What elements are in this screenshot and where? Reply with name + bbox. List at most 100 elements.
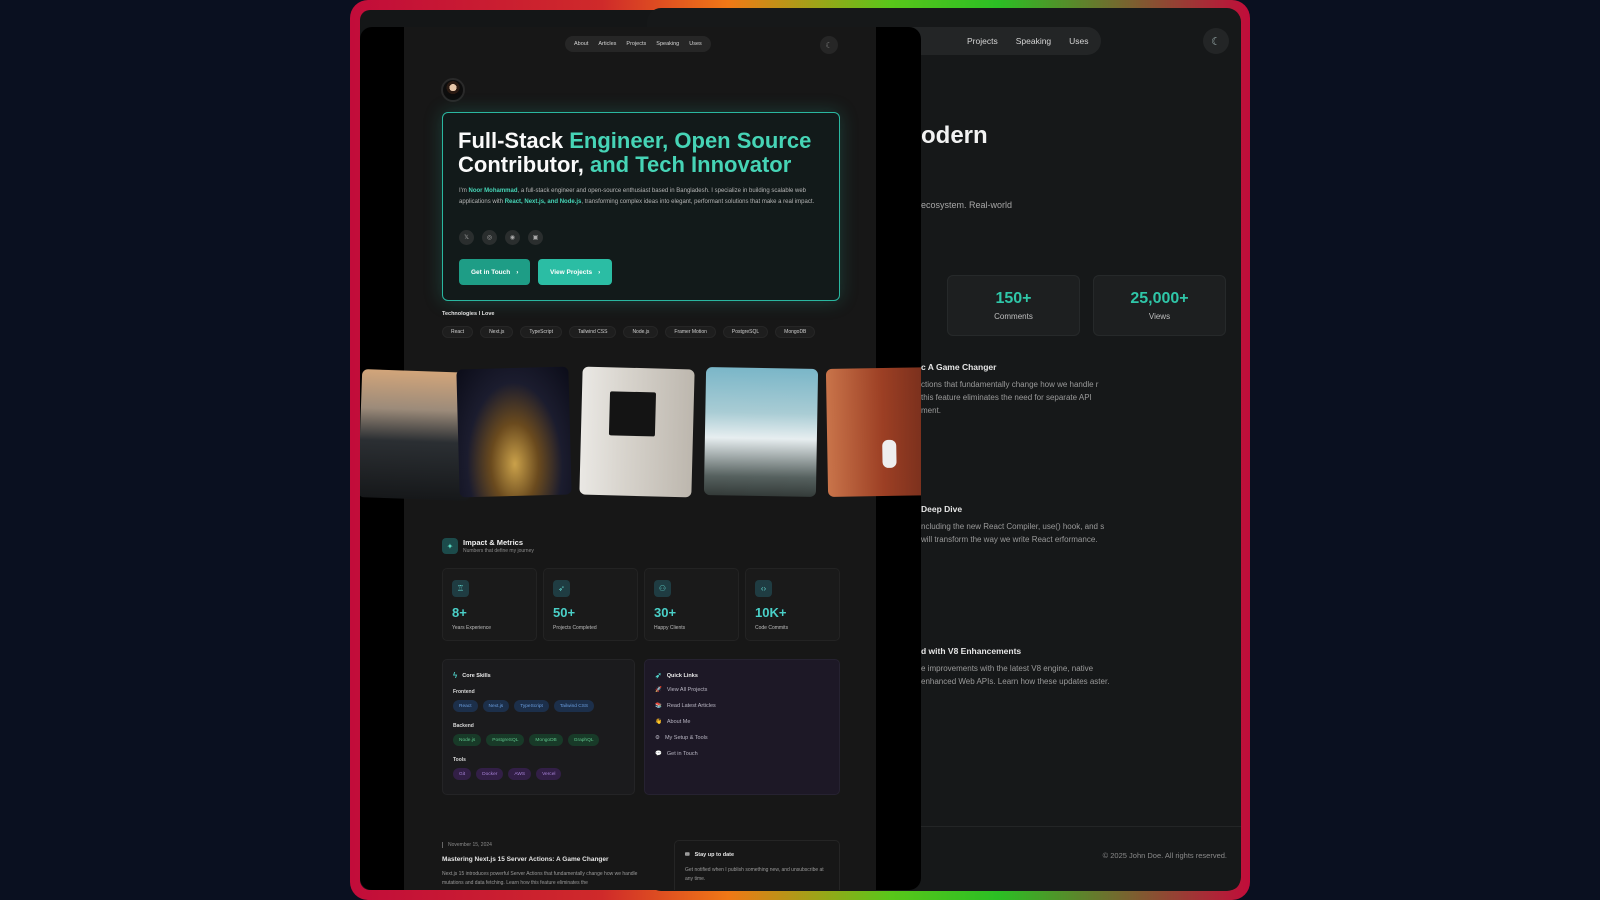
frontend-chips: React Next.js TypeScript Tailwind CSS xyxy=(453,700,595,712)
hero-card: Full-Stack Engineer, Open Source Contrib… xyxy=(442,112,840,301)
button-label: Get in Touch xyxy=(471,268,511,276)
article-date: November 15, 2024 xyxy=(442,842,492,848)
backend-chips: Node.js PostgreSQL MongoDB GraphQL xyxy=(453,734,600,746)
mail-icon: ✉ xyxy=(685,852,690,858)
quick-link-contact[interactable]: 💬 Get in Touch xyxy=(655,751,698,757)
hero-title-accent: Engineer, Open Source xyxy=(569,128,812,153)
quick-link-label: My Setup & Tools xyxy=(664,735,708,741)
metric-card: ⚇ 30+ Happy Clients xyxy=(644,568,739,641)
tech-chip: TypeScript xyxy=(520,326,562,338)
quick-link-setup[interactable]: ⚙ My Setup & Tools xyxy=(655,735,708,741)
bg-nav-speaking[interactable]: Speaking xyxy=(1016,36,1051,46)
bg-heading: odern xyxy=(921,122,988,149)
impact-subtitle: Numbers that define my journey xyxy=(463,548,534,554)
metric-label: Projects Completed xyxy=(553,625,597,631)
metric-card: ‹› 10K+ Code Commits xyxy=(745,568,840,641)
bg-stat-comments: 150+ Comments xyxy=(947,275,1080,336)
tech-chip: MongoDB xyxy=(775,326,816,338)
quick-link-projects[interactable]: 🚀 View All Projects xyxy=(655,687,707,693)
bg-article-desc: ncluding the new React Compiler, use() h… xyxy=(921,522,1105,544)
bg-nav-uses[interactable]: Uses xyxy=(1069,36,1088,46)
page-content: About Articles Projects Speaking Uses ☾ … xyxy=(360,27,921,890)
tech-chip: Framer Motion xyxy=(665,326,716,338)
bg-stat-label: Comments xyxy=(994,312,1033,321)
tools-chips: Git Docker AWS Vercel xyxy=(453,768,562,780)
lightning-icon: ϟ xyxy=(453,671,458,680)
code-icon: ‹› xyxy=(755,580,772,597)
award-icon: ♖ xyxy=(452,580,469,597)
chevron-right-icon: › xyxy=(598,268,601,276)
quick-link-label: View All Projects xyxy=(666,687,708,693)
hero-title-accent: and Tech Innovator xyxy=(583,152,792,177)
tech-chip: Tailwind CSS xyxy=(568,326,617,338)
gear-icon: ⚙ xyxy=(655,735,660,741)
tech-chip: PostgreSQL xyxy=(722,326,769,338)
github-icon[interactable]: ◉ xyxy=(505,230,520,245)
core-skills-header: ϟ Core Skills xyxy=(453,671,491,680)
nav-uses[interactable]: Uses xyxy=(689,41,702,47)
metric-card: ➶ 50+ Projects Completed xyxy=(543,568,638,641)
tech-chip: React xyxy=(442,326,474,338)
quick-link-about[interactable]: 👋 About Me xyxy=(655,719,690,725)
x-icon[interactable]: 𝕏 xyxy=(459,230,474,245)
skill-chip: AWS xyxy=(508,768,532,780)
impact-title: Impact & Metrics xyxy=(463,538,524,547)
bg-stat-views: 25,000+ Views xyxy=(1093,275,1226,336)
tools-label: Tools xyxy=(453,757,466,763)
skill-chip: Vercel xyxy=(536,768,562,780)
avatar[interactable] xyxy=(441,78,465,102)
article-title[interactable]: Mastering Next.js 15 Server Actions: A G… xyxy=(442,856,609,863)
skill-chip: Next.js xyxy=(482,700,510,712)
gallery-photo-mountain xyxy=(703,367,819,497)
desc-tech: React, Next.js, and Node.js xyxy=(504,198,582,205)
metric-value: 50+ xyxy=(553,605,576,620)
frontend-label: Frontend xyxy=(453,689,475,695)
bg-article-title[interactable]: c A Game Changer xyxy=(921,362,996,372)
bg-article-desc: ctions that fundamentally change how we … xyxy=(921,380,1099,415)
gallery-photo-stage xyxy=(456,366,572,498)
photo-gallery xyxy=(360,366,921,501)
tech-chip: Next.js xyxy=(480,326,514,338)
hero-title-part: Contributor, xyxy=(458,152,584,177)
get-in-touch-button[interactable]: Get in Touch › xyxy=(459,259,531,285)
nav-projects[interactable]: Projects xyxy=(626,41,646,47)
quick-links-title: Quick Links xyxy=(666,672,698,679)
nav-about[interactable]: About xyxy=(574,41,588,47)
hero-title: Full-Stack Engineer, Open Source Contrib… xyxy=(458,129,828,177)
metric-value: 10K+ xyxy=(755,605,787,620)
quick-links-card: ➶ Quick Links 🚀 View All Projects 📚 Read La… xyxy=(644,659,840,795)
main-window[interactable]: About Articles Projects Speaking Uses ☾ … xyxy=(360,27,921,890)
metric-value: 30+ xyxy=(654,605,677,620)
quick-link-label: Read Latest Articles xyxy=(666,703,716,709)
desc-text: , transforming complex ideas into elegan… xyxy=(581,198,815,205)
technologies-list: React Next.js TypeScript Tailwind CSS No… xyxy=(442,326,816,338)
nav-articles[interactable]: Articles xyxy=(598,41,616,47)
bg-theme-toggle-icon[interactable]: ☾ xyxy=(1203,28,1229,54)
rocket-icon: ➶ xyxy=(655,671,662,680)
skill-chip: GraphQL xyxy=(567,734,600,746)
tech-chip: Node.js xyxy=(623,326,659,338)
theme-toggle-icon[interactable]: ☾ xyxy=(820,36,838,54)
metric-label: Happy Clients xyxy=(654,625,686,631)
bg-article-title[interactable]: d with V8 Enhancements xyxy=(921,646,1021,656)
newsletter-header: ✉ Stay up to date xyxy=(685,852,734,858)
metric-card: ♖ 8+ Years Experience xyxy=(442,568,537,641)
bg-stat-value: 25,000+ xyxy=(1130,290,1189,307)
chevron-right-icon: › xyxy=(516,268,519,276)
desc-name: Noor Mohammad xyxy=(468,188,518,194)
top-nav: About Articles Projects Speaking Uses xyxy=(565,36,711,52)
wave-icon: 👋 xyxy=(655,719,662,725)
bg-subtitle: ecosystem. Real-world xyxy=(921,200,1013,210)
hero-title-part: Full-Stack xyxy=(458,128,570,153)
quick-link-articles[interactable]: 📚 Read Latest Articles xyxy=(655,703,716,709)
view-projects-button[interactable]: View Projects › xyxy=(538,259,613,285)
quick-links-header: ➶ Quick Links xyxy=(655,671,698,680)
linkedin-icon[interactable]: ▣ xyxy=(528,230,543,245)
skill-chip: MongoDB xyxy=(529,734,563,746)
bg-nav-projects[interactable]: Projects xyxy=(967,36,998,46)
nav-speaking[interactable]: Speaking xyxy=(656,41,679,47)
core-skills-title: Core Skills xyxy=(462,672,491,679)
bg-article-title[interactable]: Deep Dive xyxy=(921,504,962,514)
social-links: 𝕏 ◎ ◉ ▣ xyxy=(459,230,543,245)
instagram-icon[interactable]: ◎ xyxy=(482,230,497,245)
